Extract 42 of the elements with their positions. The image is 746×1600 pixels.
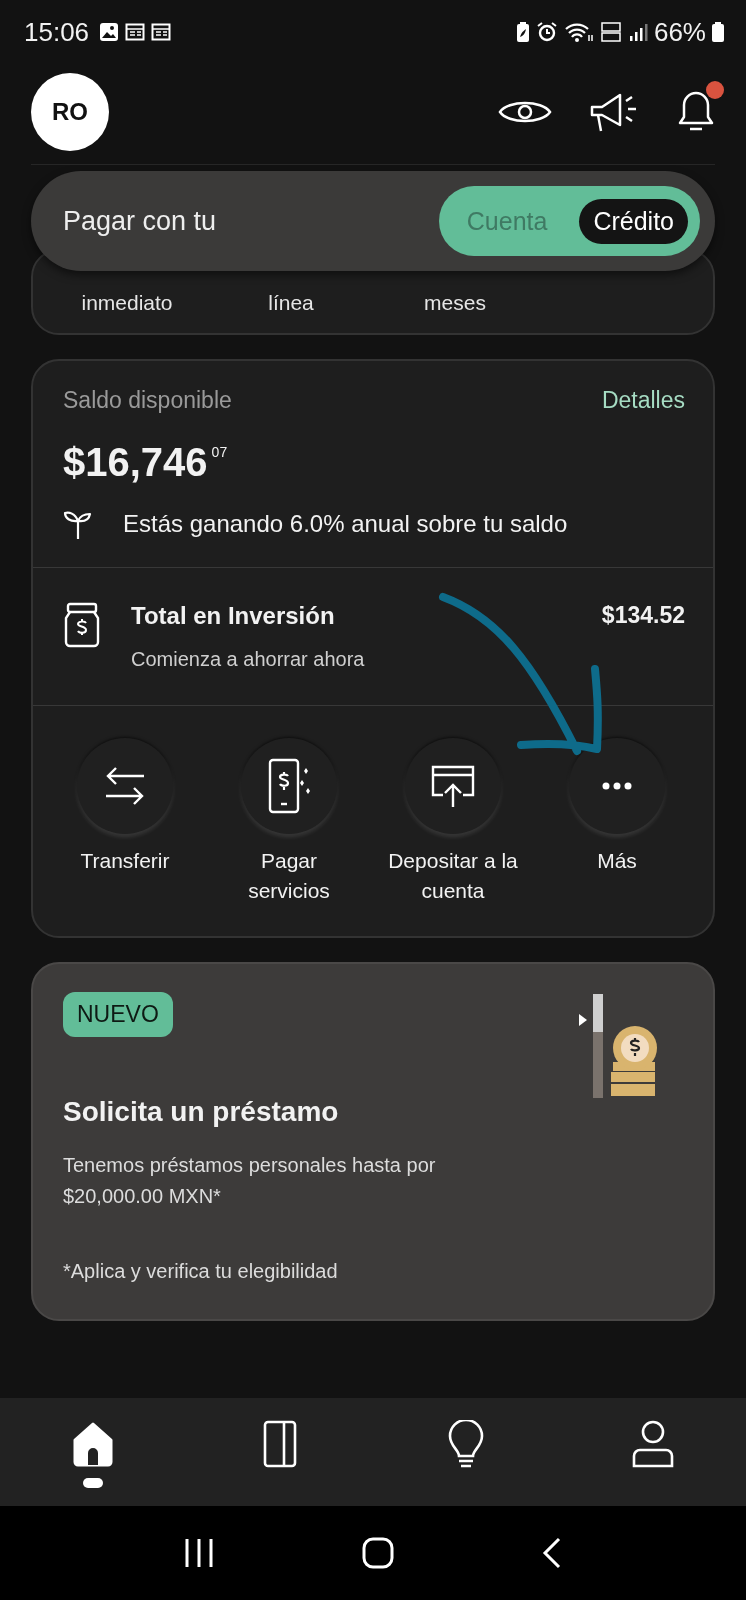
status-time: 15:06 bbox=[24, 16, 90, 48]
wifi-icon bbox=[563, 21, 594, 43]
calendar-icon bbox=[125, 22, 146, 42]
battery-percent: 66% bbox=[653, 16, 706, 48]
balance-title: Saldo disponible bbox=[63, 387, 232, 414]
action-label: Depositar a la cuenta bbox=[387, 848, 519, 904]
action-label: Transferir bbox=[79, 848, 171, 874]
shortcut-label[interactable]: línea bbox=[209, 291, 373, 315]
calendar-icon bbox=[151, 22, 172, 42]
phone-payment-icon bbox=[266, 758, 312, 814]
recent-apps-icon[interactable] bbox=[184, 1537, 214, 1569]
shortcut-label[interactable]: meses bbox=[373, 291, 537, 315]
battery-icon bbox=[712, 22, 724, 42]
battery-saver-icon bbox=[515, 21, 530, 43]
investment-amount: $134.52 bbox=[601, 602, 685, 629]
balance-amount: $16,746 bbox=[63, 440, 208, 485]
signal-icon bbox=[627, 22, 648, 42]
more-icon bbox=[602, 782, 632, 790]
gallery-icon bbox=[99, 22, 120, 42]
toggle-option[interactable]: Crédito bbox=[579, 198, 688, 244]
promo-description: Tenemos préstamos personales hasta por $20,000.00 MXN* bbox=[63, 1153, 437, 1209]
alarm-icon bbox=[535, 21, 558, 43]
shortcut-label[interactable]: inmediato bbox=[45, 291, 209, 315]
promo-title: Solicita un préstamo bbox=[63, 1096, 340, 1128]
investment-title: Total en Inversión bbox=[131, 602, 336, 630]
balance-cents: 07 bbox=[211, 444, 228, 460]
transfer-arrows-icon bbox=[104, 766, 146, 806]
interest-note: Estás ganando 6.0% anual sobre tu saldo bbox=[123, 510, 568, 538]
promo-footnote: *Aplica y verifica tu elegibilidad bbox=[63, 1260, 339, 1283]
details-link[interactable]: Detalles bbox=[601, 387, 685, 414]
new-badge: NUEVO bbox=[63, 992, 173, 1037]
action-label: Pagar servicios bbox=[247, 848, 331, 904]
action-label: Más bbox=[596, 848, 638, 874]
avatar[interactable]: RO bbox=[31, 73, 109, 151]
money-jar-icon bbox=[63, 602, 101, 648]
card-upload-icon bbox=[429, 763, 477, 809]
investment-subtitle: Comienza a ahorrar ahora bbox=[131, 648, 366, 671]
back-icon[interactable] bbox=[542, 1537, 562, 1569]
loan-promo-card[interactable]: NUEVO Solicita un préstamo Tenemos préstamos personales hasta por $20,000.00 MXN* *Aplica y verifica tu elegibilidad bbox=[31, 962, 715, 1321]
active-tab-indicator bbox=[83, 1478, 104, 1488]
pay-toggle-label: Pagar con tu bbox=[63, 205, 217, 237]
home-button-icon[interactable] bbox=[362, 1537, 394, 1569]
